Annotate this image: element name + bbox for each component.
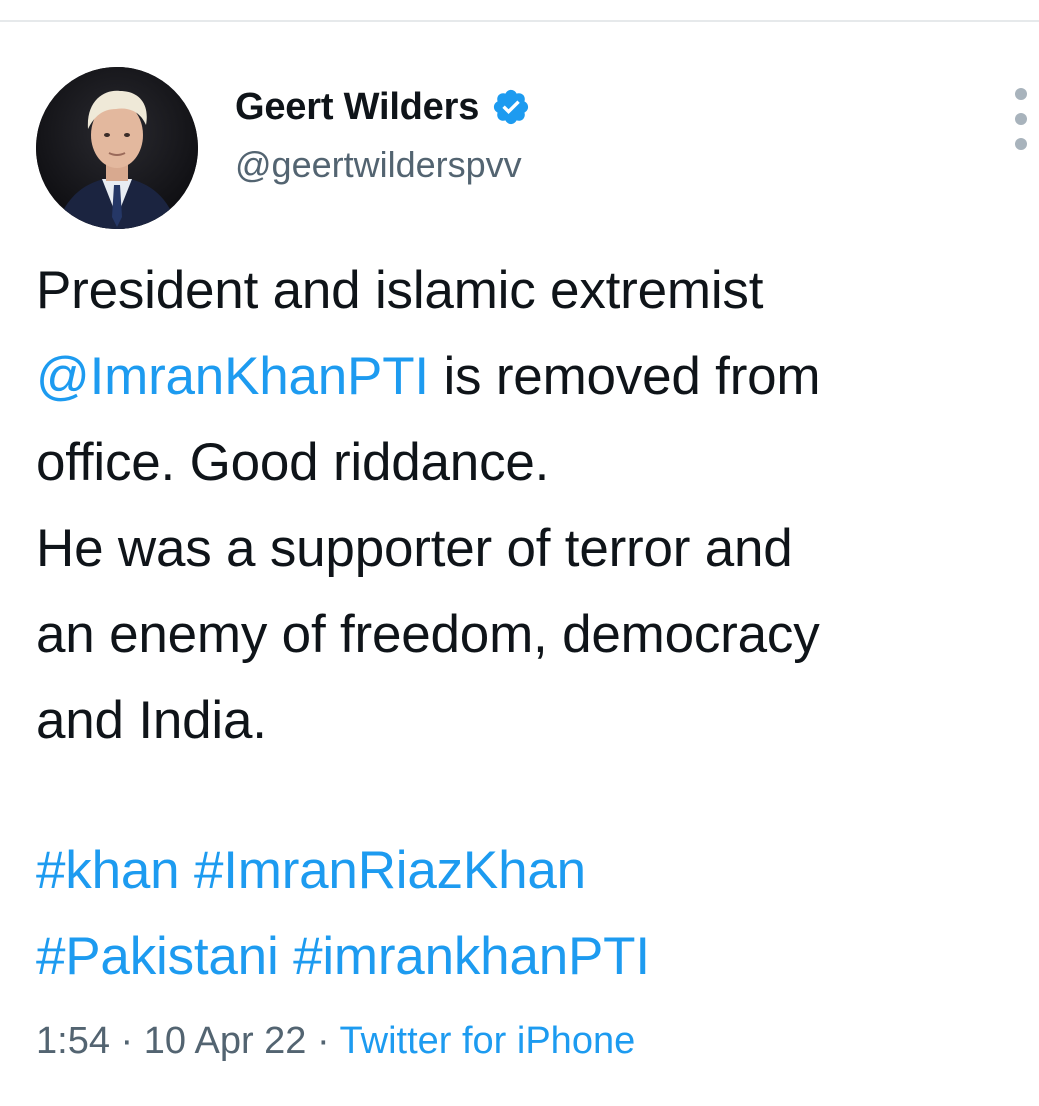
name-row: Geert Wilders — [235, 82, 531, 132]
tweet-card: Geert Wilders @geertwilderspvv President… — [0, 22, 1039, 1106]
more-dot-icon — [1015, 113, 1027, 125]
hashtag-link[interactable]: #Pakistani — [36, 927, 279, 986]
avatar[interactable] — [36, 67, 198, 229]
verified-badge-icon — [491, 87, 531, 127]
mention-link[interactable]: @ImranKhanPTI — [36, 347, 429, 406]
hashtag-link[interactable]: #imrankhanPTI — [293, 927, 650, 986]
tweet-line: and India. — [36, 691, 267, 750]
user-handle[interactable]: @geertwilderspvv — [235, 144, 531, 186]
user-info: Geert Wilders @geertwilderspvv — [235, 82, 531, 186]
tweet-source-link[interactable]: Twitter for iPhone — [340, 1020, 636, 1062]
tweet-line: He was a supporter of terror and — [36, 519, 793, 578]
avatar-photo — [36, 67, 198, 229]
more-dot-icon — [1015, 138, 1027, 150]
more-options-button[interactable] — [1008, 88, 1034, 150]
tweet-line: @ImranKhanPTI is removed from — [36, 334, 1036, 420]
tweet-line: an enemy of freedom, democracy — [36, 605, 820, 664]
display-name[interactable]: Geert Wilders — [235, 86, 479, 129]
hashtag-link[interactable]: #khan — [36, 841, 180, 900]
hashtag-row: #khan #ImranRiazKhan — [36, 828, 1036, 914]
tweet-line-text: is removed from — [428, 347, 821, 406]
tweet-line: office. Good riddance. — [36, 433, 550, 492]
hashtag-list: #khan #ImranRiazKhan #Pakistani #imrankh… — [36, 828, 1036, 1000]
hashtag-row: #Pakistani #imrankhanPTI — [36, 914, 1036, 1000]
tweet-time[interactable]: 1:54 — [36, 1020, 110, 1062]
meta-separator: · — [109, 1020, 144, 1062]
tweet-line: President and islamic extremist — [36, 261, 764, 320]
hashtag-link[interactable]: #ImranRiazKhan — [194, 841, 586, 900]
tweet-text: President and islamic extremist @ImranKh… — [36, 248, 1036, 764]
meta-separator: · — [306, 1020, 340, 1062]
tweet-date[interactable]: 10 Apr 22 — [144, 1020, 307, 1062]
more-dot-icon — [1015, 88, 1027, 100]
tweet-meta: 1:54 · 10 Apr 22 · Twitter for iPhone — [36, 1020, 635, 1063]
